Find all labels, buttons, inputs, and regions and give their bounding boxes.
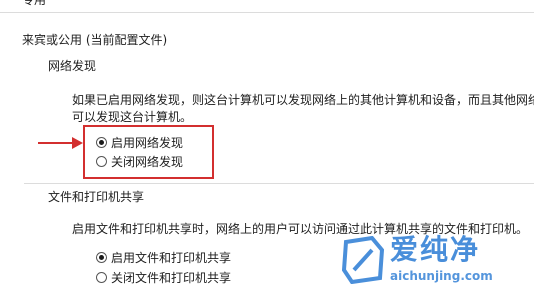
- radio-checked-icon[interactable]: [96, 251, 107, 263]
- network-discovery-title: 网络发现: [48, 59, 97, 73]
- network-discovery-description-line1: 如果已启用网络发现，则这台计算机可以发现网络上的其他计算机和设备，而且其他网络: [72, 93, 534, 107]
- network-discovery-description-line2: 可以发现这台计算机。: [72, 110, 193, 124]
- highlight-box: [83, 125, 214, 179]
- top-separator: [0, 12, 534, 13]
- file-printer-sharing-title: 文件和打印机共享: [48, 190, 145, 204]
- radio-disable-file-printer-sharing-label: 关闭文件和打印机共享: [111, 270, 232, 285]
- arrow-right-icon: [38, 137, 83, 149]
- section-separator: [24, 183, 534, 184]
- watermark-url: aichunjing.com: [390, 269, 493, 283]
- radio-unchecked-icon[interactable]: [96, 271, 107, 283]
- watermark-text: 爱纯净: [390, 233, 481, 266]
- private-section-label: 专用: [22, 0, 47, 7]
- aichunjing-logo-icon: [342, 236, 385, 284]
- watermark: 爱纯净 aichunjing.com: [342, 232, 532, 288]
- guest-public-header: 来宾或公用 (当前配置文件): [22, 33, 168, 47]
- radio-enable-file-printer-sharing-label: 启用文件和打印机共享: [111, 250, 232, 265]
- radio-enable-file-printer-sharing[interactable]: 启用文件和打印机共享: [96, 249, 231, 265]
- radio-disable-file-printer-sharing[interactable]: 关闭文件和打印机共享: [96, 269, 231, 285]
